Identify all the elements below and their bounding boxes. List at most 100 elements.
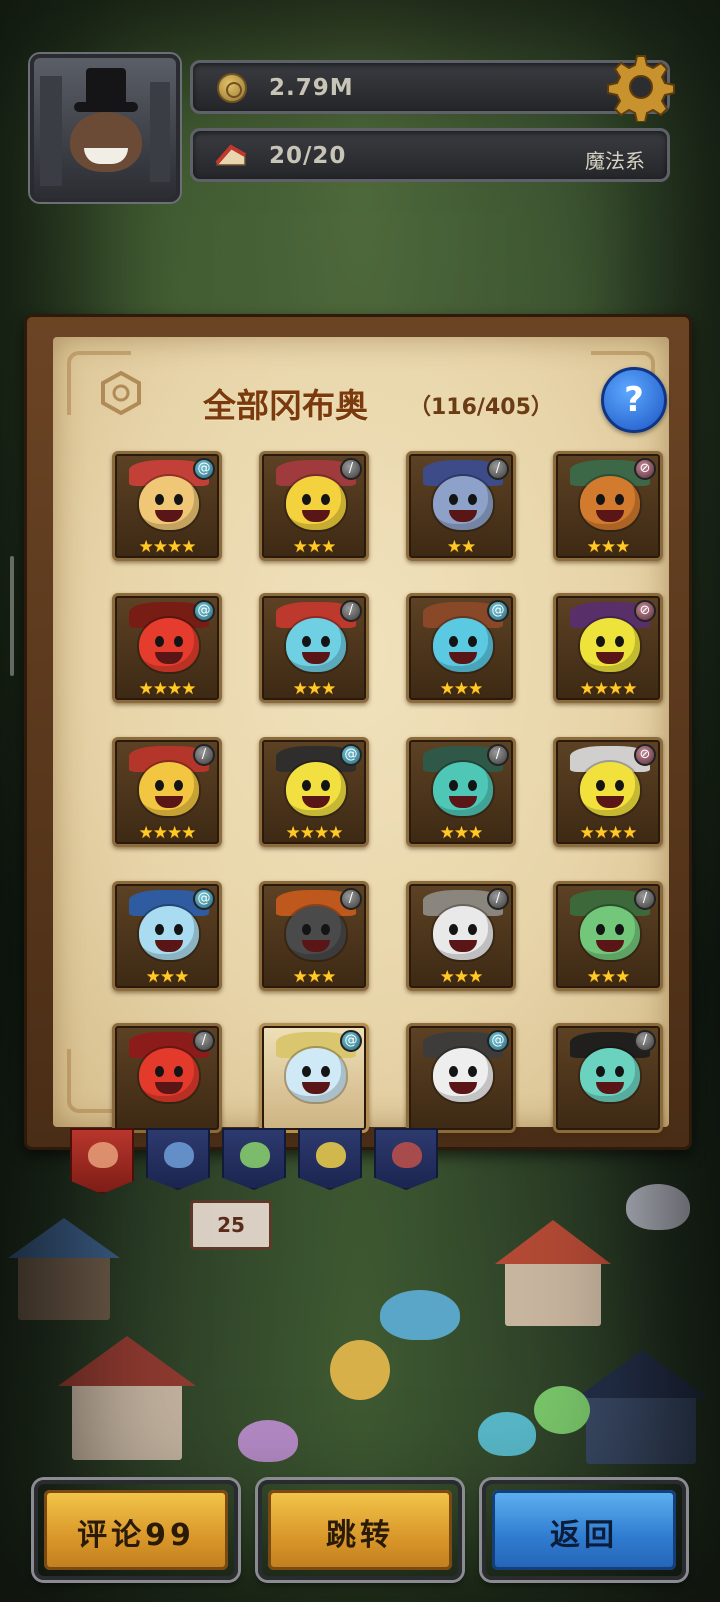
gumball-card[interactable]: @ ★★★ [406,593,516,703]
gumball-mouth [596,510,624,522]
gumball-card[interactable]: @ ★★★★ [112,593,222,703]
gumball-portrait [433,476,493,530]
gumball-card[interactable]: / ★★★ [259,451,369,561]
gumball-card[interactable]: @ [259,1023,369,1133]
star-rating: ★★★★ [138,823,197,843]
gumball-mouth [596,652,624,664]
gumball-card[interactable]: ⊘ ★★★★ [553,593,663,703]
gumball-eye [321,1066,330,1077]
gumball-card[interactable]: @ [406,1023,516,1133]
cake-icon [215,144,246,166]
gumball-card[interactable]: / [112,1023,222,1133]
gumball-mouth [302,652,330,664]
star-rating: ★★★ [586,537,631,557]
avatar-hat-brim [74,102,138,112]
magic-swirl-icon: @ [193,888,215,910]
gumball-mouth [449,1082,477,1094]
gumball-card[interactable]: @ ★★★ [112,881,222,991]
help-button[interactable]: ? [601,367,667,433]
star-rating: ★★★ [439,967,484,987]
gumball-card[interactable]: / ★★★★ [112,737,222,847]
gumball-card[interactable]: ⊘ ★★★ [553,451,663,561]
avatar-tower [40,76,62,186]
gumball-eye [155,924,164,935]
comment-button-label: 评论99 [77,1518,195,1553]
gumball-eye [302,780,311,791]
tab-all[interactable] [70,1128,134,1194]
tab-blue[interactable] [146,1128,210,1190]
gumball-card[interactable]: / ★★★ [553,881,663,991]
gumball-card[interactable]: ⊘ ★★★★ [553,737,663,847]
magic-swirl-icon: @ [340,1030,362,1052]
house [18,1250,110,1320]
magic-swirl-icon: @ [487,600,509,622]
star-rating: ★★★ [292,967,337,987]
gumball-mouth [596,940,624,952]
avatar-tower [150,82,170,182]
gumball-mouth [302,510,330,522]
gumball-card[interactable]: / ★★★ [259,593,369,703]
gumball-category-icon [392,1142,422,1168]
gumball-eye [596,1066,605,1077]
gumball-mouth [596,1082,624,1094]
hexagon-emblem-icon [101,371,141,415]
star-rating: ★★★★ [579,679,638,699]
gumball-eye [155,636,164,647]
gumball-eye [174,636,183,647]
star-rating: ★★★★ [138,679,197,699]
gumball-mouth [155,796,183,808]
gumball-mouth [596,796,624,808]
magic-swirl-icon: @ [340,744,362,766]
tab-red[interactable] [374,1128,438,1190]
gumball-category-icon [88,1142,118,1168]
gumball-portrait [139,762,199,816]
gumball-eye [321,636,330,647]
ward-icon: ⊘ [634,744,656,766]
gumball-category-icon [164,1142,194,1168]
comment-button[interactable]: 评论99 [34,1480,238,1580]
gumball-portrait [580,618,640,672]
star-rating: ★★★ [439,823,484,843]
gumball-eye [449,924,458,935]
gumball-eye [449,636,458,647]
sword-icon: / [340,458,362,480]
parchment: 全部冈布奥 （116/405） ? @ ★★★★ / ★★★ / ★★ ⊘ ★★★ @ ★★★★ /… [53,337,669,1133]
gumball-card[interactable]: / ★★★ [406,737,516,847]
gumball-card[interactable]: @ ★★★★ [259,737,369,847]
house [505,1260,601,1326]
sword-icon: / [340,888,362,910]
jump-button[interactable]: 跳转 [258,1480,462,1580]
star-rating: ★★★ [292,679,337,699]
element-type-label[interactable]: 魔法系 [585,145,645,174]
gumball-eye [615,924,624,935]
scrollbar[interactable] [10,556,14,676]
gumball-card[interactable]: / ★★★ [259,881,369,991]
gumball-card[interactable]: / [553,1023,663,1133]
magic-swirl-icon: @ [193,458,215,480]
settings-gear-icon[interactable] [606,52,676,122]
tab-green[interactable] [222,1128,286,1190]
ward-icon: ⊘ [634,600,656,622]
gumball-eye [302,636,311,647]
gumball-portrait [139,618,199,672]
gumball-eye [449,1066,458,1077]
level-sign: 25 [190,1200,272,1250]
sword-icon: / [634,1030,656,1052]
gumball-eye [155,1066,164,1077]
gumball-portrait [286,476,346,530]
star-rating: ★★★★ [138,537,197,557]
gumball-card[interactable]: / ★★ [406,451,516,561]
gumball-card[interactable]: / ★★★ [406,881,516,991]
player-avatar[interactable] [30,54,180,202]
gumball-card[interactable]: @ ★★★★ [112,451,222,561]
back-button[interactable]: 返回 [482,1480,686,1580]
tab-gold[interactable] [298,1128,362,1190]
star-rating: ★★★ [145,967,190,987]
gumball-eye [615,494,624,505]
panel-title: 全部冈布奥 [203,386,368,425]
gumball-eye [468,636,477,647]
gumball-portrait [286,618,346,672]
gumball-eye [155,494,164,505]
collection-panel: 全部冈布奥 （116/405） ? @ ★★★★ / ★★★ / ★★ ⊘ ★★★ @ ★★★★ /… [24,314,692,1150]
gumball-portrait [433,1048,493,1102]
